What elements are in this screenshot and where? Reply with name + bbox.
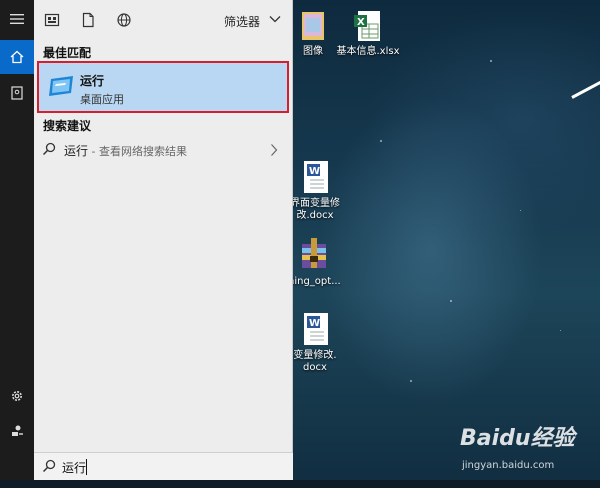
start-menu-side-strip — [0, 0, 34, 488]
web-filter-icon[interactable] — [116, 12, 132, 28]
notebook-button[interactable] — [0, 76, 34, 110]
excel-file-icon: X — [354, 11, 380, 41]
gear-icon — [12, 391, 22, 401]
chevron-down-icon[interactable] — [269, 14, 281, 24]
filter-button[interactable]: 筛选器 — [224, 13, 260, 30]
apps-filter-icon[interactable] — [44, 12, 60, 28]
chevron-right-icon[interactable] — [270, 143, 278, 157]
winrar-archive-icon — [302, 238, 326, 268]
watermark-logo: Baidu经验 — [460, 426, 575, 451]
best-match-subtitle: 桌面应用 — [80, 93, 124, 106]
settings-button[interactable] — [0, 379, 34, 413]
word-file-icon: W — [304, 313, 328, 345]
notebook-icon — [11, 86, 23, 100]
search-icon — [42, 142, 56, 156]
desktop-icon-label-line1: 变量修改. — [293, 350, 337, 361]
svg-text:X: X — [357, 17, 365, 28]
image-folder-icon — [302, 12, 324, 40]
desktop-icon-archive[interactable]: ning_opt... — [288, 238, 341, 288]
search-icon — [42, 459, 56, 473]
search-input[interactable] — [62, 458, 282, 476]
suggestion-description: - 查看网络搜索结果 — [88, 145, 187, 158]
feedback-icon — [12, 425, 23, 436]
home-icon — [10, 50, 24, 64]
suggestion-text: 运行 - 查看网络搜索结果 — [64, 142, 187, 159]
best-match-item-run[interactable]: 运行 桌面应用 — [37, 61, 289, 113]
desktop-icon-label-line2: 改.docx — [296, 210, 334, 221]
feedback-button[interactable] — [0, 414, 34, 448]
hamburger-menu-button[interactable] — [0, 2, 34, 36]
desktop-icon-docx-1[interactable]: W 界面变量修 改.docx — [290, 160, 340, 222]
web-suggestion-item[interactable]: 运行 - 查看网络搜索结果 — [34, 138, 292, 164]
svg-text:W: W — [309, 318, 320, 329]
text-caret — [86, 459, 87, 475]
light-streak — [571, 77, 600, 99]
desktop-icon-label-line2: docx — [303, 362, 327, 373]
watermark-url: jingyan.baidu.com — [462, 460, 555, 471]
documents-filter-icon[interactable] — [80, 12, 96, 28]
desktop-icon-xlsx[interactable]: X 基本信息.xlsx — [336, 10, 400, 58]
search-suggestions-heading: 搜索建议 — [43, 119, 92, 133]
desktop-icon-label-line1: 界面变量修 — [290, 198, 340, 209]
search-results-panel: 筛选器 最佳匹配 运行 桌面应用 搜索建议 运行 - 查看网络搜索结果 — [34, 0, 293, 452]
results-toolbar: 筛选器 — [34, 0, 292, 40]
word-file-icon: W — [304, 161, 328, 193]
desktop-icon-images[interactable]: 图像 — [296, 10, 330, 58]
run-app-icon — [49, 76, 73, 96]
taskbar — [0, 480, 600, 488]
desktop-icon-docx-2[interactable]: W 变量修改. docx — [290, 312, 340, 374]
taskbar-search-box[interactable] — [34, 452, 293, 481]
desktop-icon-label: ning_opt... — [288, 276, 341, 287]
best-match-heading: 最佳匹配 — [43, 46, 92, 60]
best-match-title: 运行 — [80, 74, 105, 88]
desktop-icon-label: 基本信息.xlsx — [336, 46, 400, 57]
suggestion-term: 运行 — [64, 144, 89, 158]
svg-text:W: W — [309, 166, 320, 177]
home-button[interactable] — [0, 40, 34, 74]
baidu-jingyan-watermark: Baidu经验 jingyan.baidu.com — [460, 420, 575, 471]
desktop-icon-label: 图像 — [303, 46, 323, 57]
hamburger-icon — [10, 14, 24, 24]
